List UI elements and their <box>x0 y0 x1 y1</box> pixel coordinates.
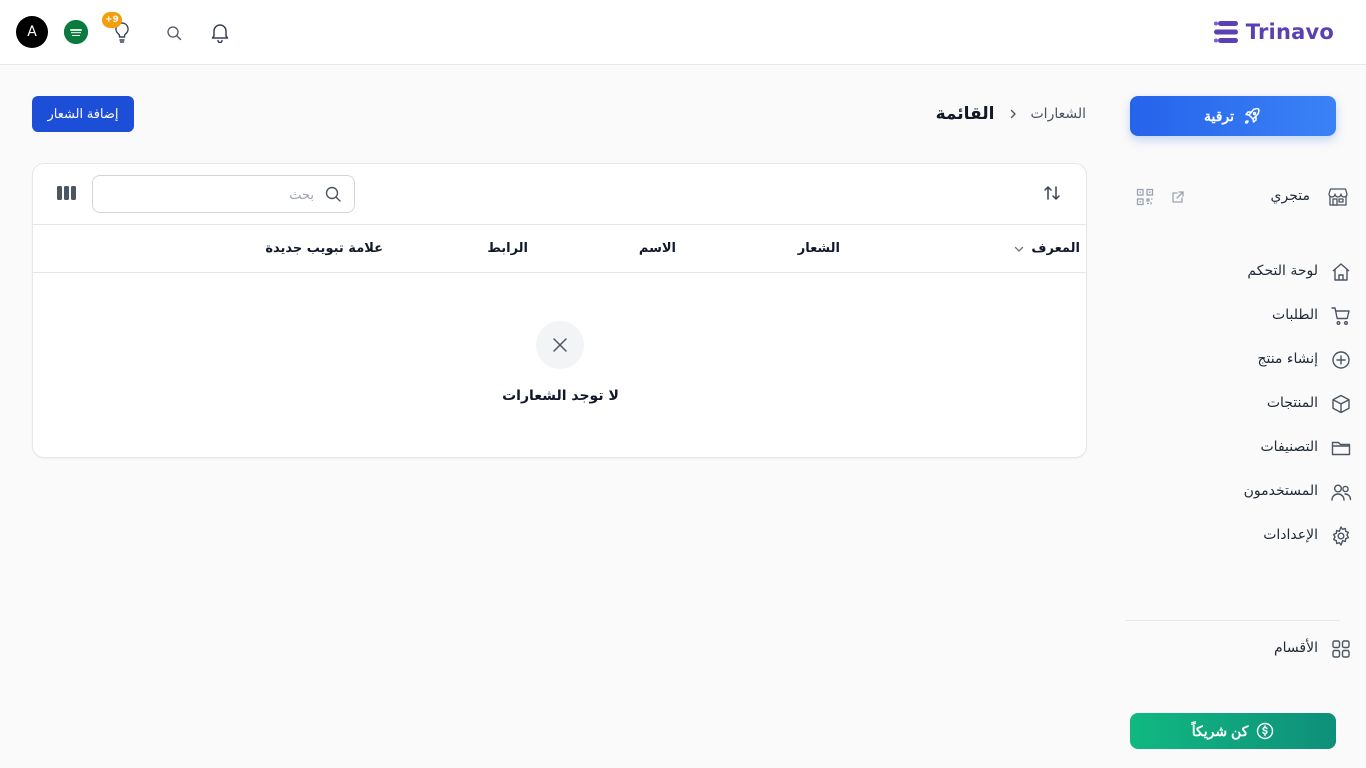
sidebar-item-users[interactable]: المستخدمون <box>1126 470 1366 514</box>
plus-circle-icon <box>1330 349 1352 371</box>
columns-icon[interactable] <box>57 185 76 201</box>
chevron-left-icon <box>1007 108 1019 120</box>
search-input[interactable] <box>114 185 314 205</box>
sidebar-item-label: المستخدمون <box>1243 483 1318 499</box>
brand-name: Trinavo <box>1245 20 1334 44</box>
sidebar-item-categories[interactable]: التصنيفات <box>1126 426 1366 470</box>
column-header-new-tab: علامة تبويب جديدة <box>265 241 383 256</box>
box-icon <box>1330 393 1352 415</box>
sidebar-item-create-product[interactable]: إنشاء منتج <box>1126 338 1366 382</box>
sidebar-item-label: لوحة التحكم <box>1247 263 1318 279</box>
notifications-badge: +9 <box>102 12 122 28</box>
sidebar-item-label: إنشاء منتج <box>1257 351 1318 367</box>
sidebar-item-orders[interactable]: الطلبات <box>1126 294 1366 338</box>
logos-table-card: المعرف الشعار الاسم الرابط علامة تبويب ج… <box>32 163 1087 458</box>
column-header-logo: الشعار <box>797 241 840 256</box>
sidebar-item-settings[interactable]: الإعدادات <box>1126 514 1366 558</box>
language-flag-icon[interactable] <box>64 20 88 44</box>
page-title: القائمة <box>935 104 995 124</box>
column-header-id[interactable]: المعرف <box>1013 241 1080 256</box>
table-header: المعرف الشعار الاسم الرابط علامة تبويب ج… <box>33 224 1086 273</box>
store-row[interactable]: متجري <box>1126 183 1366 211</box>
avatar[interactable]: A <box>16 16 48 48</box>
rocket-icon <box>1244 107 1260 124</box>
breadcrumb-parent[interactable]: الشعارات <box>1031 106 1087 122</box>
folder-icon <box>1330 437 1352 459</box>
sidebar-nav: لوحة التحكم الطلبات إنشاء منتج المنتجات … <box>1126 250 1366 558</box>
column-header-label: المعرف <box>1031 241 1080 256</box>
partner-label: كن شريكاً <box>1191 722 1249 739</box>
add-logo-button[interactable]: إضافة الشعار <box>32 96 134 132</box>
home-icon <box>1330 261 1352 283</box>
brand-logo[interactable]: Trinavo <box>1213 17 1334 47</box>
sidebar-item-label: المنتجات <box>1266 395 1318 411</box>
sidebar-item-label: الأقسام <box>1274 640 1318 656</box>
chevron-down-icon <box>1015 246 1024 252</box>
bell-icon[interactable] <box>209 21 231 43</box>
users-icon <box>1330 481 1352 503</box>
sidebar-item-sections[interactable]: الأقسام <box>1126 627 1366 671</box>
column-header-link: الرابط <box>487 241 528 256</box>
top-bar: Trinavo A +9 <box>0 0 1366 65</box>
sort-icon[interactable] <box>1042 183 1062 203</box>
upgrade-button[interactable]: ترقية <box>1130 96 1336 136</box>
store-label: متجري <box>1270 188 1310 204</box>
breadcrumb: الشعارات القائمة <box>936 103 1086 125</box>
sidebar-item-products[interactable]: المنتجات <box>1126 382 1366 426</box>
dollar-circle-icon <box>1257 722 1274 740</box>
sidebar-item-dashboard[interactable]: لوحة التحكم <box>1126 250 1366 294</box>
upgrade-label: ترقية <box>1203 107 1235 124</box>
cart-icon <box>1330 305 1352 327</box>
brand-logo-icon <box>1213 21 1238 43</box>
sidebar-item-label: التصنيفات <box>1260 439 1319 455</box>
store-icon <box>1326 185 1350 209</box>
grid-icon <box>1330 638 1352 660</box>
sidebar-item-label: الطلبات <box>1272 307 1318 323</box>
qr-code-icon[interactable] <box>1136 188 1154 206</box>
sidebar-item-label: الإعدادات <box>1263 527 1318 543</box>
column-header-name: الاسم <box>638 241 676 256</box>
empty-state-text: لا توجد الشعارات <box>502 388 619 404</box>
close-icon <box>536 321 584 369</box>
search-icon[interactable] <box>166 25 182 41</box>
search-box <box>92 175 355 213</box>
sidebar-divider <box>1126 620 1340 621</box>
become-partner-button[interactable]: كن شريكاً <box>1130 713 1336 749</box>
sidebar: ترقية متجري لوحة التحكم الطلبات إنشاء من… <box>1126 65 1366 768</box>
search-icon <box>324 185 342 203</box>
external-link-icon[interactable] <box>1170 189 1186 205</box>
gear-icon <box>1330 525 1352 547</box>
